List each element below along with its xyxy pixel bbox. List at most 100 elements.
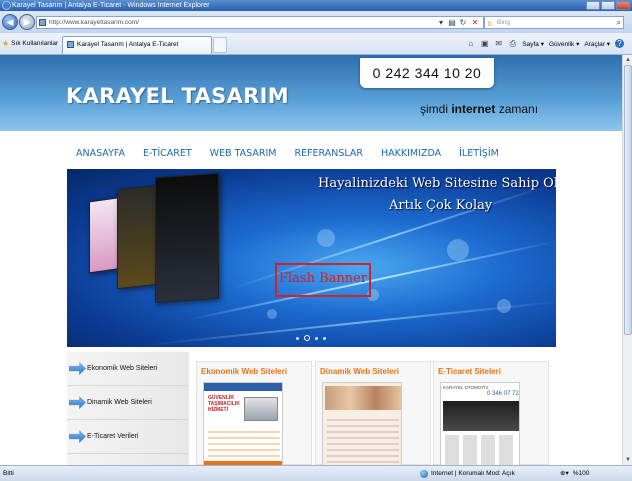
- help-icon[interactable]: ?: [615, 39, 624, 48]
- nav-iletisim[interactable]: İLETİŞİM: [459, 148, 499, 159]
- site-logo[interactable]: KARAYEL TASARIM: [66, 84, 289, 108]
- card-title: Dinamik Web Siteleri: [320, 367, 399, 376]
- card-eticaret[interactable]: E-Ticaret Siteleri KARAYEL OTOMOTİV 0 34…: [433, 361, 549, 465]
- compatibility-icon[interactable]: ▤: [447, 17, 457, 28]
- thumb-title: KARAYEL OTOMOTİV: [443, 385, 489, 390]
- slide-indicator: [296, 335, 326, 341]
- arrow-icon: [69, 362, 86, 375]
- main-nav: ANASAYFA E-TİCARET WEB TASARIM REFERANSL…: [76, 148, 517, 159]
- card-thumbnail: [322, 382, 402, 465]
- command-buttons: ⌂ ▣ ✉ ⎙ Sayfa ▾ Güvenlik ▾ Araçlar ▾ ?: [466, 39, 624, 48]
- phone-number: 0 242 344 10 20: [360, 58, 494, 88]
- status-bar: Bitti Internet | Korumalı Mod: Açık ⊕▾ %…: [0, 465, 632, 481]
- slogan-bold: internet: [451, 102, 496, 116]
- slide-dot[interactable]: [323, 336, 326, 340]
- zone-text: Internet | Korumalı Mod: Açık: [431, 470, 515, 477]
- card-thumbnail: GÜVENLİR TAŞIMACILIK HİZMETİ: [203, 382, 283, 465]
- print-icon[interactable]: ⎙: [508, 39, 517, 48]
- favorites-label: Sık Kullanılanlar: [11, 40, 59, 47]
- thumb-text-lines: [208, 427, 280, 463]
- stop-icon[interactable]: ✕: [470, 17, 480, 28]
- bokeh-dot: [267, 309, 277, 319]
- left-menu-label: Dinamik Web Siteleri: [87, 399, 152, 406]
- feeds-icon[interactable]: ▣: [480, 39, 489, 48]
- website-mockup: [155, 172, 219, 304]
- scroll-up-icon[interactable]: ▲: [624, 56, 632, 64]
- address-row: ◀ ▶ http://www.karayeltasarim.com/ ▾ ▤ ↻…: [0, 11, 632, 33]
- page-menu[interactable]: Sayfa ▾: [522, 40, 544, 48]
- slide-dot[interactable]: [315, 336, 318, 340]
- scroll-down-icon[interactable]: ▼: [624, 456, 632, 464]
- thumb-product-grid: [445, 435, 517, 465]
- mail-icon[interactable]: ✉: [494, 39, 503, 48]
- thumb-title: GÜVENLİR TAŞIMACILIK HİZMETİ: [208, 395, 240, 413]
- left-menu: Ekonomik Web Siteleri Dinamik Web Sitele…: [67, 352, 189, 465]
- thumb-dark-banner: [443, 401, 519, 431]
- banner-headline-2: Artık Çok Kolay: [389, 198, 493, 213]
- forward-button[interactable]: ▶: [19, 14, 35, 30]
- thumb-text-lines: [327, 415, 399, 465]
- ie-icon: [2, 1, 11, 10]
- page-viewport: KARAYEL TASARIM 0 242 344 10 20 şimdi in…: [0, 55, 622, 465]
- nav-web-tasarim[interactable]: WEB TASARIM: [210, 148, 277, 159]
- page-icon: [39, 19, 46, 26]
- left-menu-label: E-Ticaret Verileri: [87, 433, 139, 440]
- zoom-control[interactable]: ⊕▾ %100: [560, 466, 589, 481]
- card-thumbnail: KARAYEL OTOMOTİV 0 346 07 72: [440, 382, 520, 465]
- back-button[interactable]: ◀: [2, 14, 18, 30]
- light-streak: [146, 300, 556, 346]
- site-header: KARAYEL TASARIM 0 242 344 10 20 şimdi in…: [0, 55, 622, 131]
- nav-referanslar[interactable]: REFERANSLAR: [294, 148, 363, 159]
- tab-active[interactable]: Karayel Tasarım | Antalya E-Ticaret: [62, 36, 212, 54]
- card-ekonomik[interactable]: Ekonomik Web Siteleri GÜVENLİR TAŞIMACIL…: [196, 361, 312, 465]
- globe-icon: [420, 469, 428, 478]
- nav-eticaret[interactable]: E-TİCARET: [143, 148, 192, 159]
- search-input[interactable]: b Bing ⌕: [484, 16, 624, 29]
- arrow-icon: [69, 430, 86, 443]
- title-bar: Karayel Tasarım | Antalya E-Ticaret - Wi…: [0, 0, 632, 11]
- scroll-thumb[interactable]: [624, 65, 632, 335]
- browser-window: Karayel Tasarım | Antalya E-Ticaret - Wi…: [0, 0, 632, 481]
- left-menu-item-ekonomik[interactable]: Ekonomik Web Siteleri: [67, 352, 189, 386]
- maximize-button[interactable]: [601, 1, 615, 10]
- zoom-icon: ⊕▾: [560, 470, 569, 477]
- card-title: E-Ticaret Siteleri: [438, 367, 501, 376]
- banner-headline-1: Hayalinizdeki Web Sitesine Sahip Olmak: [318, 176, 556, 191]
- arrow-icon: [69, 396, 86, 409]
- safety-menu[interactable]: Güvenlik ▾: [549, 40, 579, 48]
- slogan-pre: şimdi: [420, 102, 452, 116]
- vertical-scrollbar[interactable]: ▲ ▼: [622, 55, 632, 465]
- zoom-level: %100: [572, 470, 590, 477]
- dropdown-icon[interactable]: ▾: [436, 17, 446, 28]
- card-dinamik[interactable]: Dinamik Web Siteleri: [315, 361, 431, 465]
- refresh-icon[interactable]: ↻: [458, 17, 468, 28]
- bokeh-dot: [447, 239, 469, 261]
- tools-menu[interactable]: Araçlar ▾: [584, 40, 610, 48]
- favorites-button[interactable]: ★ Sık Kullanılanlar: [2, 39, 58, 48]
- window-controls: [586, 1, 630, 10]
- flash-banner-label: Flash Banner: [279, 271, 368, 286]
- address-bar[interactable]: http://www.karayeltasarim.com/: [36, 16, 484, 29]
- left-menu-item-dinamik[interactable]: Dinamik Web Siteleri: [67, 386, 189, 420]
- status-text: Bitti: [3, 470, 14, 477]
- nav-anasayfa[interactable]: ANASAYFA: [76, 148, 125, 159]
- close-button[interactable]: [616, 1, 630, 10]
- nav-hakkimizda[interactable]: HAKKIMIZDA: [381, 148, 441, 159]
- security-zone[interactable]: Internet | Korumalı Mod: Açık: [420, 466, 515, 481]
- search-icon[interactable]: ⌕: [617, 17, 621, 28]
- flash-banner[interactable]: Hayalinizdeki Web Sitesine Sahip Olmak A…: [67, 169, 556, 347]
- truck-image: [244, 397, 278, 421]
- slide-dot-active[interactable]: [304, 335, 310, 341]
- card-title: Ekonomik Web Siteleri: [201, 367, 288, 376]
- new-tab-button[interactable]: [213, 37, 227, 53]
- thumb-photo-strip: [325, 386, 401, 410]
- minimize-button[interactable]: [586, 1, 600, 10]
- home-icon[interactable]: ⌂: [466, 39, 475, 48]
- thumb-header: [204, 383, 282, 391]
- left-menu-item-eticaret[interactable]: E-Ticaret Verileri: [67, 420, 189, 454]
- thumb-phone: 0 346 07 72: [487, 391, 519, 397]
- bing-icon: b: [488, 21, 492, 28]
- website-mockup: [117, 184, 157, 290]
- tab-title: Karayel Tasarım | Antalya E-Ticaret: [77, 41, 179, 48]
- slide-dot[interactable]: [296, 336, 299, 340]
